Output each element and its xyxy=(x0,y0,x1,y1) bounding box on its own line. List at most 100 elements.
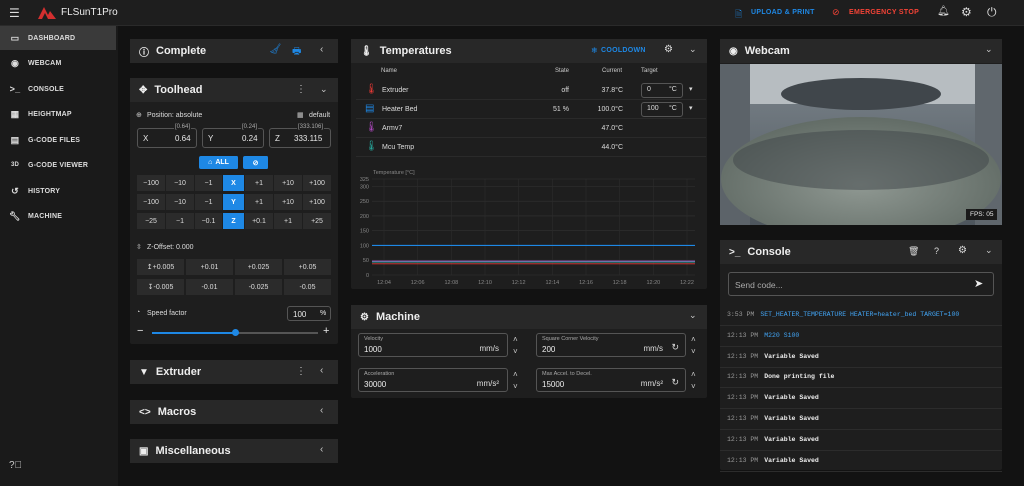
jog-button[interactable]: −1 xyxy=(195,194,223,210)
zoffset-value: +0.005 xyxy=(152,263,175,271)
brand-logo-icon xyxy=(38,7,56,19)
zoffset-button[interactable]: +0.025 xyxy=(235,259,283,275)
jog-button[interactable]: −0.1 xyxy=(195,213,223,229)
bell-icon[interactable]: 🔔︎ xyxy=(937,6,950,17)
nav-webcam[interactable]: ◉ WEBCAM xyxy=(0,51,116,75)
heater-bed-icon: ▤ xyxy=(365,103,375,114)
zoffset-button[interactable]: -0.05 xyxy=(284,279,332,295)
extruder-panel[interactable]: ▼ Extruder ⋮ ‹ xyxy=(130,360,338,384)
chevron-down-icon[interactable]: ⌄ xyxy=(320,84,328,95)
temp-name: Heater Bed xyxy=(382,106,418,113)
speed-plus-button[interactable]: + xyxy=(323,325,329,337)
scv-stepper[interactable]: ˄ ˅ xyxy=(691,334,696,358)
jog-button[interactable]: +25 xyxy=(303,213,332,229)
nav-console[interactable]: >_ CONSOLE xyxy=(0,77,116,101)
cooldown-button[interactable]: COOLDOWN xyxy=(601,47,646,54)
jog-button[interactable]: +100 xyxy=(303,175,332,191)
macros-panel[interactable]: <> Macros ‹ xyxy=(130,400,338,424)
jog-button[interactable]: Y xyxy=(223,194,245,210)
upload-print-button[interactable]: UPLOAD & PRINT xyxy=(751,9,815,16)
settings-icon[interactable]: ⚙ xyxy=(958,245,967,256)
nav-dashboard[interactable]: ▭ DASHBOARD xyxy=(0,26,116,50)
help-icon[interactable]: ? xyxy=(934,246,939,256)
chevron-down-icon[interactable]: ⌄ xyxy=(689,44,697,55)
jog-button[interactable]: −10 xyxy=(166,194,195,210)
zoffset-button[interactable]: +0.01 xyxy=(186,259,234,275)
nav-heightmap[interactable]: ▦ HEIGHTMAP xyxy=(0,102,116,126)
nav-gcode-viewer[interactable]: 3D G-CODE VIEWER xyxy=(0,153,116,177)
help-icon[interactable]: ?⃝ xyxy=(9,460,22,471)
velocity-field[interactable]: Velocity 1000 mm/s xyxy=(358,333,508,357)
collapse-icon[interactable]: ‹ xyxy=(320,44,323,55)
jog-button[interactable]: −10 xyxy=(166,175,195,191)
settings-icon[interactable]: ⚙ xyxy=(961,5,972,19)
acceleration-stepper[interactable]: ˄ ˅ xyxy=(513,369,518,393)
col-current: Current xyxy=(602,68,623,74)
nav-label: HISTORY xyxy=(28,187,61,195)
jog-button[interactable]: +1 xyxy=(274,213,303,229)
emergency-icon[interactable]: ⊘ xyxy=(832,7,840,18)
collapse-icon[interactable]: ‹ xyxy=(320,444,323,455)
jog-button[interactable]: +10 xyxy=(274,175,303,191)
jog-button[interactable]: Z xyxy=(223,213,245,229)
power-icon[interactable]: ⏻ xyxy=(987,5,997,20)
decel-field[interactable]: Max Accel. to Decel. 15000 mm/s² ↻ xyxy=(536,368,686,392)
printer-icon[interactable]: 🖶 xyxy=(292,44,301,61)
zoffset-button[interactable]: -0.025 xyxy=(235,279,283,295)
presets-dropdown-icon[interactable]: ▾ xyxy=(689,104,693,112)
temp-row: 🌡︎ Extruder off 37.8°C 0 °C ▾ xyxy=(356,81,706,100)
upload-icon[interactable]: 🗎 xyxy=(735,7,742,23)
more-icon[interactable]: ⋮ xyxy=(296,84,306,95)
collapse-icon[interactable]: ‹ xyxy=(320,365,323,376)
delete-icon[interactable]: 🗑︎ xyxy=(908,246,919,257)
acceleration-field[interactable]: Acceleration 30000 mm/s² xyxy=(358,368,508,392)
collapse-icon[interactable]: ‹ xyxy=(320,405,323,416)
speed-minus-button[interactable]: − xyxy=(137,325,143,337)
menu-icon[interactable]: ☰ xyxy=(9,6,20,20)
jog-button[interactable]: +1 xyxy=(245,194,274,210)
zoffset-button[interactable]: +0.05 xyxy=(284,259,332,275)
jog-button[interactable]: +1 xyxy=(245,175,274,191)
jog-button[interactable]: −100 xyxy=(137,175,166,191)
jog-button[interactable]: X xyxy=(223,175,245,191)
nav-machine[interactable]: 🔧︎ MACHINE xyxy=(0,204,116,228)
misc-panel[interactable]: ▣ Miscellaneous ‹ xyxy=(130,439,338,463)
jog-button[interactable]: −1 xyxy=(166,213,195,229)
home-all-button[interactable]: ⌂ ALL xyxy=(199,156,239,169)
chevron-down-icon[interactable]: ⌄ xyxy=(689,310,697,321)
decel-stepper[interactable]: ˄ ˅ xyxy=(691,369,696,393)
nav-gcode-files[interactable]: ▤ G-CODE FILES xyxy=(0,128,116,152)
jog-button[interactable]: +100 xyxy=(303,194,332,210)
chevron-down-icon[interactable]: ⌄ xyxy=(985,245,993,256)
jog-button[interactable]: +10 xyxy=(274,194,303,210)
emergency-stop-button[interactable]: EMERGENCY STOP xyxy=(849,9,919,16)
settings-icon[interactable]: ⚙ xyxy=(664,44,673,55)
nav-history[interactable]: ↺ HISTORY xyxy=(0,179,116,203)
velocity-stepper[interactable]: ˄ ˅ xyxy=(513,334,518,358)
presets-dropdown-icon[interactable]: ▾ xyxy=(689,85,693,93)
divider xyxy=(720,325,1002,326)
temp-row: 🌡︎ Armv7 47.0°C xyxy=(356,119,706,138)
send-icon[interactable]: ➤ xyxy=(974,277,983,290)
motors-off-button[interactable]: ⊘ xyxy=(243,156,269,169)
zoffset-button[interactable]: ↥ +0.005 xyxy=(137,259,185,275)
reset-icon[interactable]: ↻ xyxy=(671,342,679,353)
jog-button[interactable]: −1 xyxy=(195,175,223,191)
clear-icon[interactable]: 🧹︎ xyxy=(269,44,282,55)
jog-button[interactable]: −25 xyxy=(137,213,166,229)
reset-icon[interactable]: ↻ xyxy=(671,377,679,388)
zoffset-value: -0.05 xyxy=(299,283,316,291)
jog-button[interactable]: +0.1 xyxy=(245,213,274,229)
zoffset-button[interactable]: ↧ -0.005 xyxy=(137,279,185,295)
scv-field[interactable]: Square Corner Velocity 200 mm/s ↻ xyxy=(536,333,686,357)
more-icon[interactable]: ⋮ xyxy=(296,366,306,377)
status-panel: ⓘ Complete 🧹︎ 🖶 ‹ xyxy=(130,39,338,63)
jog-button[interactable]: −100 xyxy=(137,194,166,210)
snowflake-icon[interactable]: ❄ xyxy=(591,46,598,55)
chevron-down-icon[interactable]: ⌄ xyxy=(985,44,993,55)
speed-slider-handle[interactable] xyxy=(232,329,239,336)
y-tick-label: 50 xyxy=(363,258,369,264)
speed-unit: % xyxy=(320,310,327,317)
zoffset-icon: ⇳ xyxy=(136,244,142,251)
zoffset-button[interactable]: -0.01 xyxy=(186,279,234,295)
